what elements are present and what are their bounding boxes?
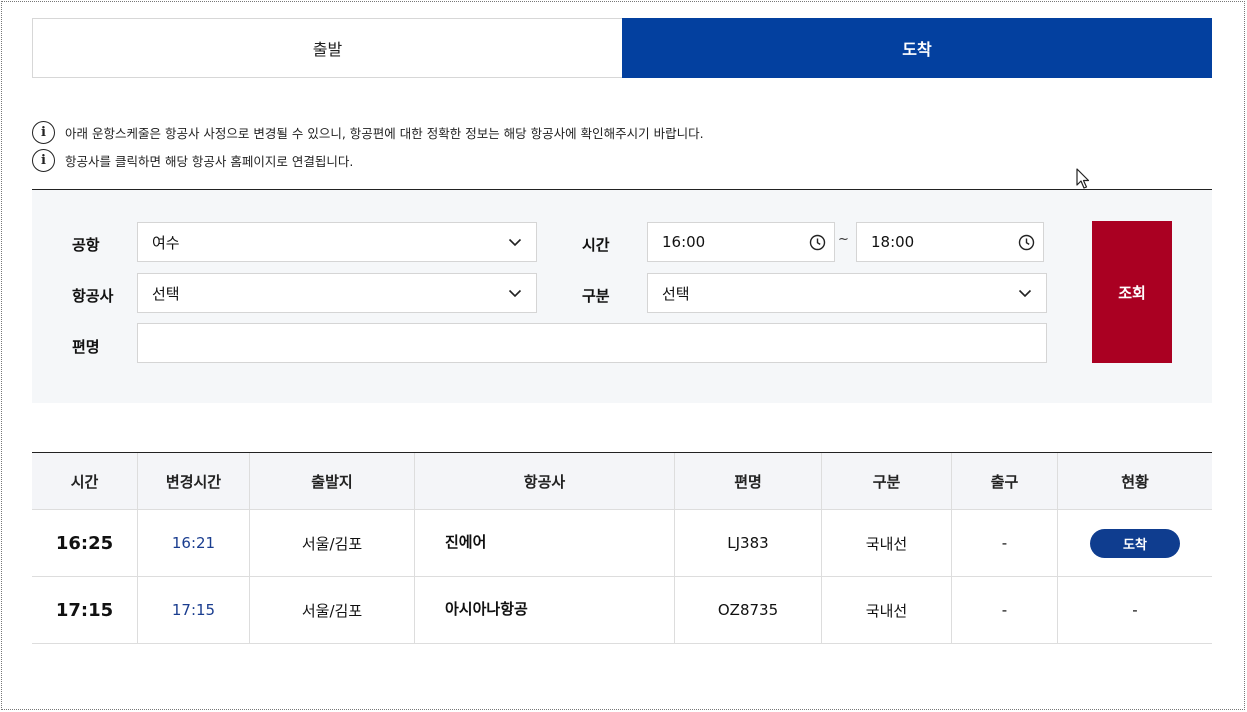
airline-select[interactable]: 선택 [137, 273, 537, 313]
changed-time-cell: 17:15 [138, 577, 250, 643]
mouse-cursor-icon [1076, 168, 1090, 189]
info-icon: i [32, 120, 55, 144]
scheduled-time: 17:15 [55, 599, 114, 621]
status-badge: 도착 [1090, 528, 1180, 558]
changed-time: 17:15 [171, 601, 216, 619]
column-header-type: 구분 [822, 453, 952, 509]
chevron-down-icon [508, 238, 522, 247]
airline-value: 선택 [152, 284, 180, 303]
column-header-changed-time: 변경시간 [138, 453, 250, 509]
table-row: 17:15 17:15 서울/김포 아시아나항공 OZ8735 국내선 - - [32, 577, 1212, 644]
chevron-down-icon [1018, 289, 1032, 298]
flight-table: 시간 변경시간 출발지 항공사 편명 구분 출구 현황 16:25 16:21 … [32, 452, 1212, 644]
time-from-value: 16:00 [662, 233, 706, 251]
flight-type-cell: 국내선 [822, 510, 952, 576]
airport-value: 여수 [152, 233, 180, 252]
type-label: 구분 [582, 287, 610, 305]
time-cell: 17:15 [32, 577, 138, 643]
time-range-separator: ~ [838, 232, 849, 247]
time-from-input[interactable]: 16:00 [647, 222, 835, 262]
tab-departure[interactable]: 출발 [32, 18, 622, 78]
table-header-row: 시간 변경시간 출발지 항공사 편명 구분 출구 현황 [32, 453, 1212, 510]
origin-cell: 서울/김포 [250, 510, 415, 576]
column-header-gate: 출구 [952, 453, 1058, 509]
flight-number-input[interactable] [137, 323, 1047, 363]
notice-item: i 항공사를 클릭하면 해당 항공사 홈페이지로 연결됩니다. [32, 146, 1132, 174]
time-cell: 16:25 [32, 510, 138, 576]
table-row: 16:25 16:21 서울/김포 진에어 LJ383 국내선 - 도착 [32, 510, 1212, 577]
column-header-time: 시간 [32, 453, 138, 509]
status-cell: - [1132, 601, 1138, 619]
origin-cell: 서울/김포 [250, 577, 415, 643]
search-panel: 공항 여수 시간 16:00 ~ 18:00 항공사 선택 구분 선택 편명 조… [32, 189, 1212, 403]
status-cell: 도착 [1058, 510, 1212, 576]
airline-cell: 진에어 [415, 510, 675, 576]
notice-list: i 아래 운항스케줄은 항공사 사정으로 변경될 수 있으니, 항공편에 대한 … [32, 118, 1132, 174]
flight-number-label: 편명 [72, 338, 100, 356]
info-icon: i [32, 148, 55, 172]
airport-label: 공항 [72, 236, 100, 254]
notice-text: 아래 운항스케줄은 항공사 사정으로 변경될 수 있으니, 항공편에 대한 정확… [65, 125, 704, 141]
column-header-status: 현황 [1121, 472, 1149, 491]
changed-time-cell: 16:21 [138, 510, 250, 576]
changed-time: 16:21 [171, 534, 216, 552]
column-header-flight: 편명 [675, 453, 822, 509]
time-to-value: 18:00 [871, 233, 915, 251]
time-to-input[interactable]: 18:00 [856, 222, 1044, 262]
column-header-origin: 출발지 [250, 453, 415, 509]
flight-number-cell: OZ8735 [675, 577, 822, 643]
flight-type-cell: 국내선 [822, 577, 952, 643]
tab-arrival[interactable]: 도착 [622, 18, 1212, 78]
direction-tabs: 출발 도착 [32, 18, 1212, 78]
airline-link[interactable]: 아시아나항공 [445, 598, 528, 619]
notice-text: 항공사를 클릭하면 해당 항공사 홈페이지로 연결됩니다. [65, 153, 354, 169]
scheduled-time: 16:25 [55, 532, 114, 554]
airline-label: 항공사 [72, 287, 114, 305]
notice-item: i 아래 운항스케줄은 항공사 사정으로 변경될 수 있으니, 항공편에 대한 … [32, 118, 1132, 146]
column-header-airline: 항공사 [415, 453, 675, 509]
search-button[interactable]: 조회 [1092, 221, 1172, 363]
chevron-down-icon [508, 289, 522, 298]
time-label: 시간 [582, 236, 610, 254]
airport-select[interactable]: 여수 [137, 222, 537, 262]
gate-cell: - [952, 577, 1058, 643]
clock-icon [1018, 234, 1035, 251]
type-value: 선택 [662, 284, 690, 303]
flight-number-cell: LJ383 [675, 510, 822, 576]
gate-cell: - [952, 510, 1058, 576]
clock-icon [809, 234, 826, 251]
type-select[interactable]: 선택 [647, 273, 1047, 313]
airline-link[interactable]: 진에어 [445, 531, 486, 552]
airline-cell: 아시아나항공 [415, 577, 675, 643]
